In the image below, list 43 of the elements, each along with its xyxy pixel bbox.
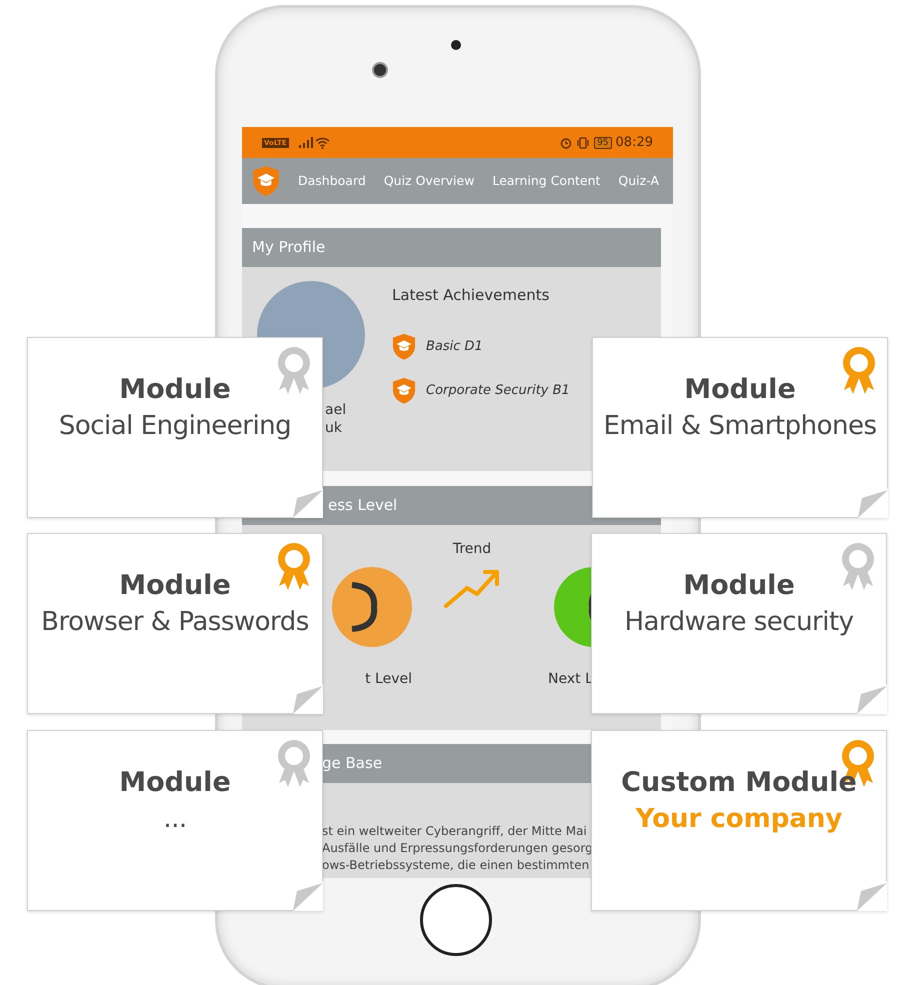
module-subtitle: Browser & Passwords <box>41 606 309 639</box>
user-name: ael <box>325 401 348 419</box>
folded-corner <box>293 684 323 714</box>
module-card[interactable]: Module Social Engineering <box>27 337 323 518</box>
achievement-label: Basic D1 <box>426 338 483 356</box>
module-title: Module <box>119 766 231 800</box>
shield-cap-icon <box>392 332 416 360</box>
module-card[interactable]: Module Email & Smartphones <box>592 337 888 518</box>
module-card[interactable]: Custom Module Your company <box>591 730 887 911</box>
folded-corner <box>293 881 323 911</box>
vibrate-icon <box>576 136 590 148</box>
clock-time: 08:29 <box>616 134 653 152</box>
module-card[interactable]: Module ... <box>27 730 323 911</box>
module-subtitle: ... <box>163 803 187 836</box>
section-header: My Profile <box>242 228 661 267</box>
battery-indicator: 95 <box>594 136 612 148</box>
shield-cap-icon <box>252 164 280 198</box>
module-subtitle: Social Engineering <box>58 410 292 443</box>
level-label: t Level <box>365 670 412 689</box>
alarm-icon <box>560 136 572 148</box>
shield-cap-icon <box>392 376 416 404</box>
module-title: Module <box>684 373 796 407</box>
signal-icon <box>298 137 313 148</box>
module-subtitle: Hardware security <box>624 606 854 639</box>
achievement-label: Corporate Security B1 <box>426 382 570 400</box>
module-card[interactable]: Module Hardware security <box>591 533 887 714</box>
trend-label: Trend <box>452 540 492 559</box>
module-title: Module <box>119 373 231 407</box>
folded-corner <box>293 488 323 518</box>
folded-corner <box>857 684 887 714</box>
folded-corner <box>857 881 887 911</box>
module-card[interactable]: Module Browser & Passwords <box>27 533 323 714</box>
module-subtitle: Your company <box>636 803 842 836</box>
user-name: uk <box>325 419 343 437</box>
module-title: Module <box>683 569 795 603</box>
article-text: st ein weltweiter Cyberangriff, der Mitte Mai <box>322 823 588 840</box>
article-text: Ausfälle und Erpressungsforderungen gesorg <box>322 840 594 857</box>
achievements-heading: Latest Achievements <box>392 285 550 306</box>
article-text: ows-Betriebssysteme, die einen bestimmten <box>322 857 590 874</box>
wifi-icon <box>314 136 330 148</box>
module-subtitle: Email & Smartphones <box>604 410 876 443</box>
module-title: Module <box>119 569 231 603</box>
folded-corner <box>858 488 888 518</box>
